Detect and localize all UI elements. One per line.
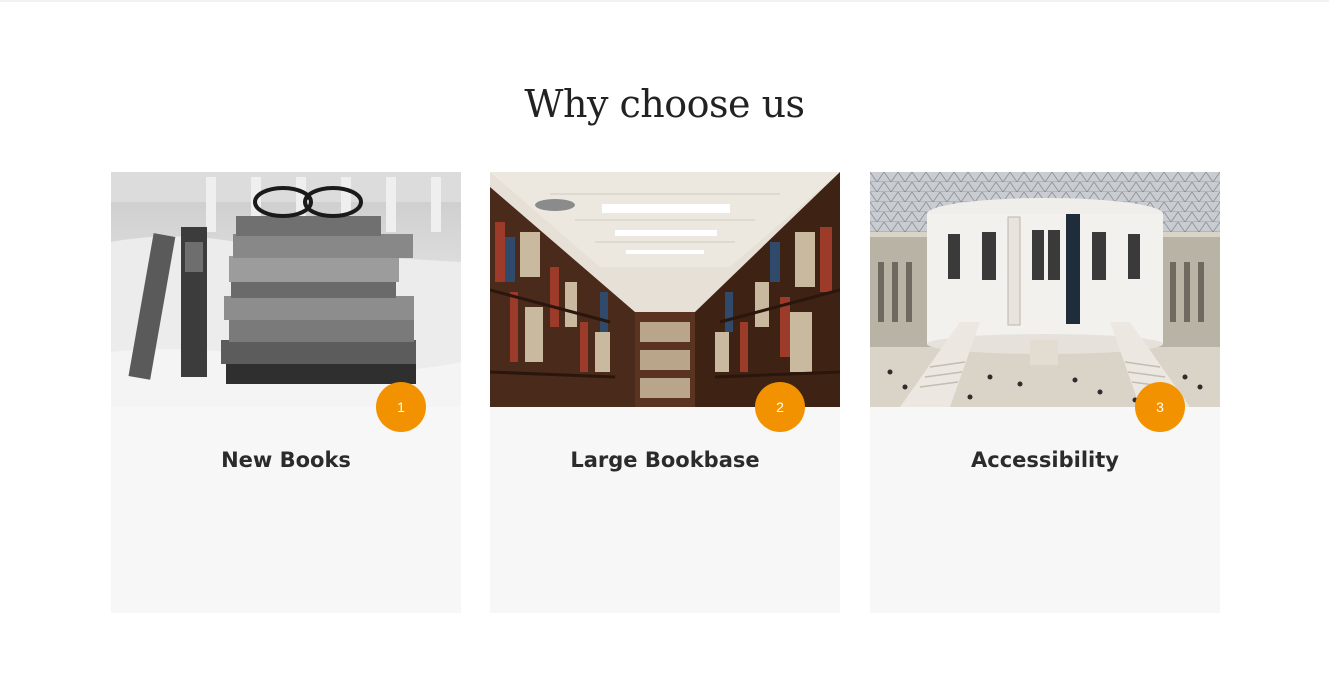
top-divider <box>0 0 1329 2</box>
library-shelves-image <box>490 172 840 407</box>
books-stack-image <box>111 172 461 407</box>
feature-card-accessibility: 3 Accessibility <box>870 172 1220 613</box>
card-title: Large Bookbase <box>570 448 760 472</box>
section-title: Why choose us <box>524 82 805 126</box>
step-number-badge: 2 <box>755 382 805 432</box>
feature-card-new-books: 1 New Books <box>111 172 461 613</box>
step-number-badge: 3 <box>1135 382 1185 432</box>
feature-card-large-bookbase: 2 Large Bookbase <box>490 172 840 613</box>
step-number-badge: 1 <box>376 382 426 432</box>
card-title: New Books <box>221 448 351 472</box>
great-court-image <box>870 172 1220 407</box>
card-title: Accessibility <box>971 448 1119 472</box>
